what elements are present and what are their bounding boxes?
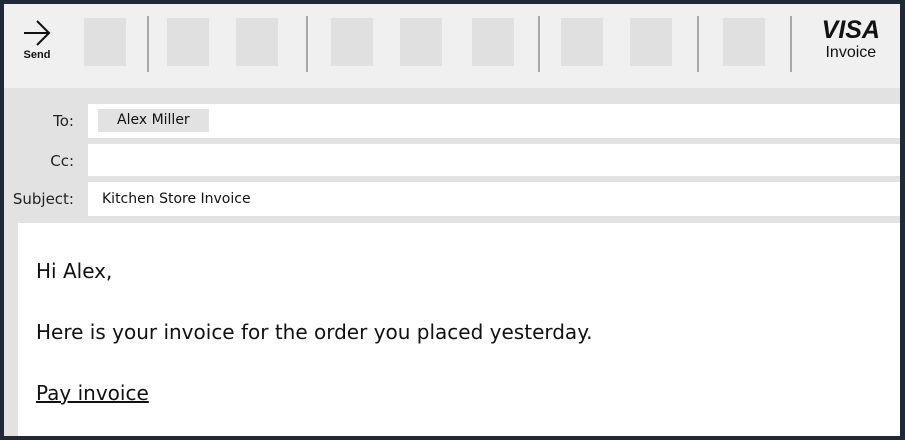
to-label: To: bbox=[53, 112, 74, 130]
arrow-right-icon bbox=[24, 20, 51, 46]
visa-logo-text: VISA bbox=[821, 16, 880, 44]
toolbar-button-5[interactable] bbox=[400, 18, 442, 66]
recipient-chip[interactable]: Alex Miller bbox=[98, 109, 209, 132]
subject-value: Kitchen Store Invoice bbox=[102, 191, 251, 207]
toolbar-separator bbox=[306, 16, 308, 72]
toolbar-button-7[interactable] bbox=[561, 18, 603, 66]
subject-row: Subject: Kitchen Store Invoice bbox=[4, 182, 900, 216]
cc-row: Cc: bbox=[4, 144, 900, 176]
toolbar-button-6[interactable] bbox=[472, 18, 514, 66]
toolbar-button-3[interactable] bbox=[236, 18, 278, 66]
toolbar-button-2[interactable] bbox=[167, 18, 209, 66]
pay-invoice-link[interactable]: Pay invoice bbox=[36, 381, 149, 405]
body-text: Here is your invoice for the order you p… bbox=[36, 320, 593, 344]
subject-field[interactable]: Kitchen Store Invoice bbox=[88, 182, 900, 216]
toolbar-separator bbox=[538, 16, 540, 72]
toolbar-button-4[interactable] bbox=[331, 18, 373, 66]
toolbar-button-1[interactable] bbox=[84, 18, 126, 66]
toolbar-separator bbox=[697, 16, 699, 72]
greeting-text: Hi Alex, bbox=[36, 259, 113, 283]
brand-logo: VISA Invoice bbox=[822, 18, 880, 64]
cc-label: Cc: bbox=[50, 152, 74, 170]
email-compose-window: Send VISA Invoice To: Alex Miller Cc: Su… bbox=[4, 4, 900, 436]
subject-label: Subject: bbox=[12, 190, 74, 208]
send-label: Send bbox=[23, 49, 51, 61]
send-button[interactable]: Send bbox=[16, 18, 58, 68]
to-row: To: Alex Miller bbox=[4, 104, 900, 138]
toolbar-separator bbox=[790, 16, 792, 72]
toolbar-button-9[interactable] bbox=[723, 18, 765, 66]
toolbar: Send VISA Invoice bbox=[4, 4, 900, 88]
toolbar-button-8[interactable] bbox=[630, 18, 672, 66]
brand-sub-label: Invoice bbox=[825, 44, 877, 61]
cc-field[interactable] bbox=[88, 144, 900, 176]
to-field[interactable]: Alex Miller bbox=[88, 104, 900, 138]
toolbar-separator bbox=[147, 16, 149, 72]
message-body[interactable]: Hi Alex, Here is your invoice for the or… bbox=[18, 223, 900, 436]
